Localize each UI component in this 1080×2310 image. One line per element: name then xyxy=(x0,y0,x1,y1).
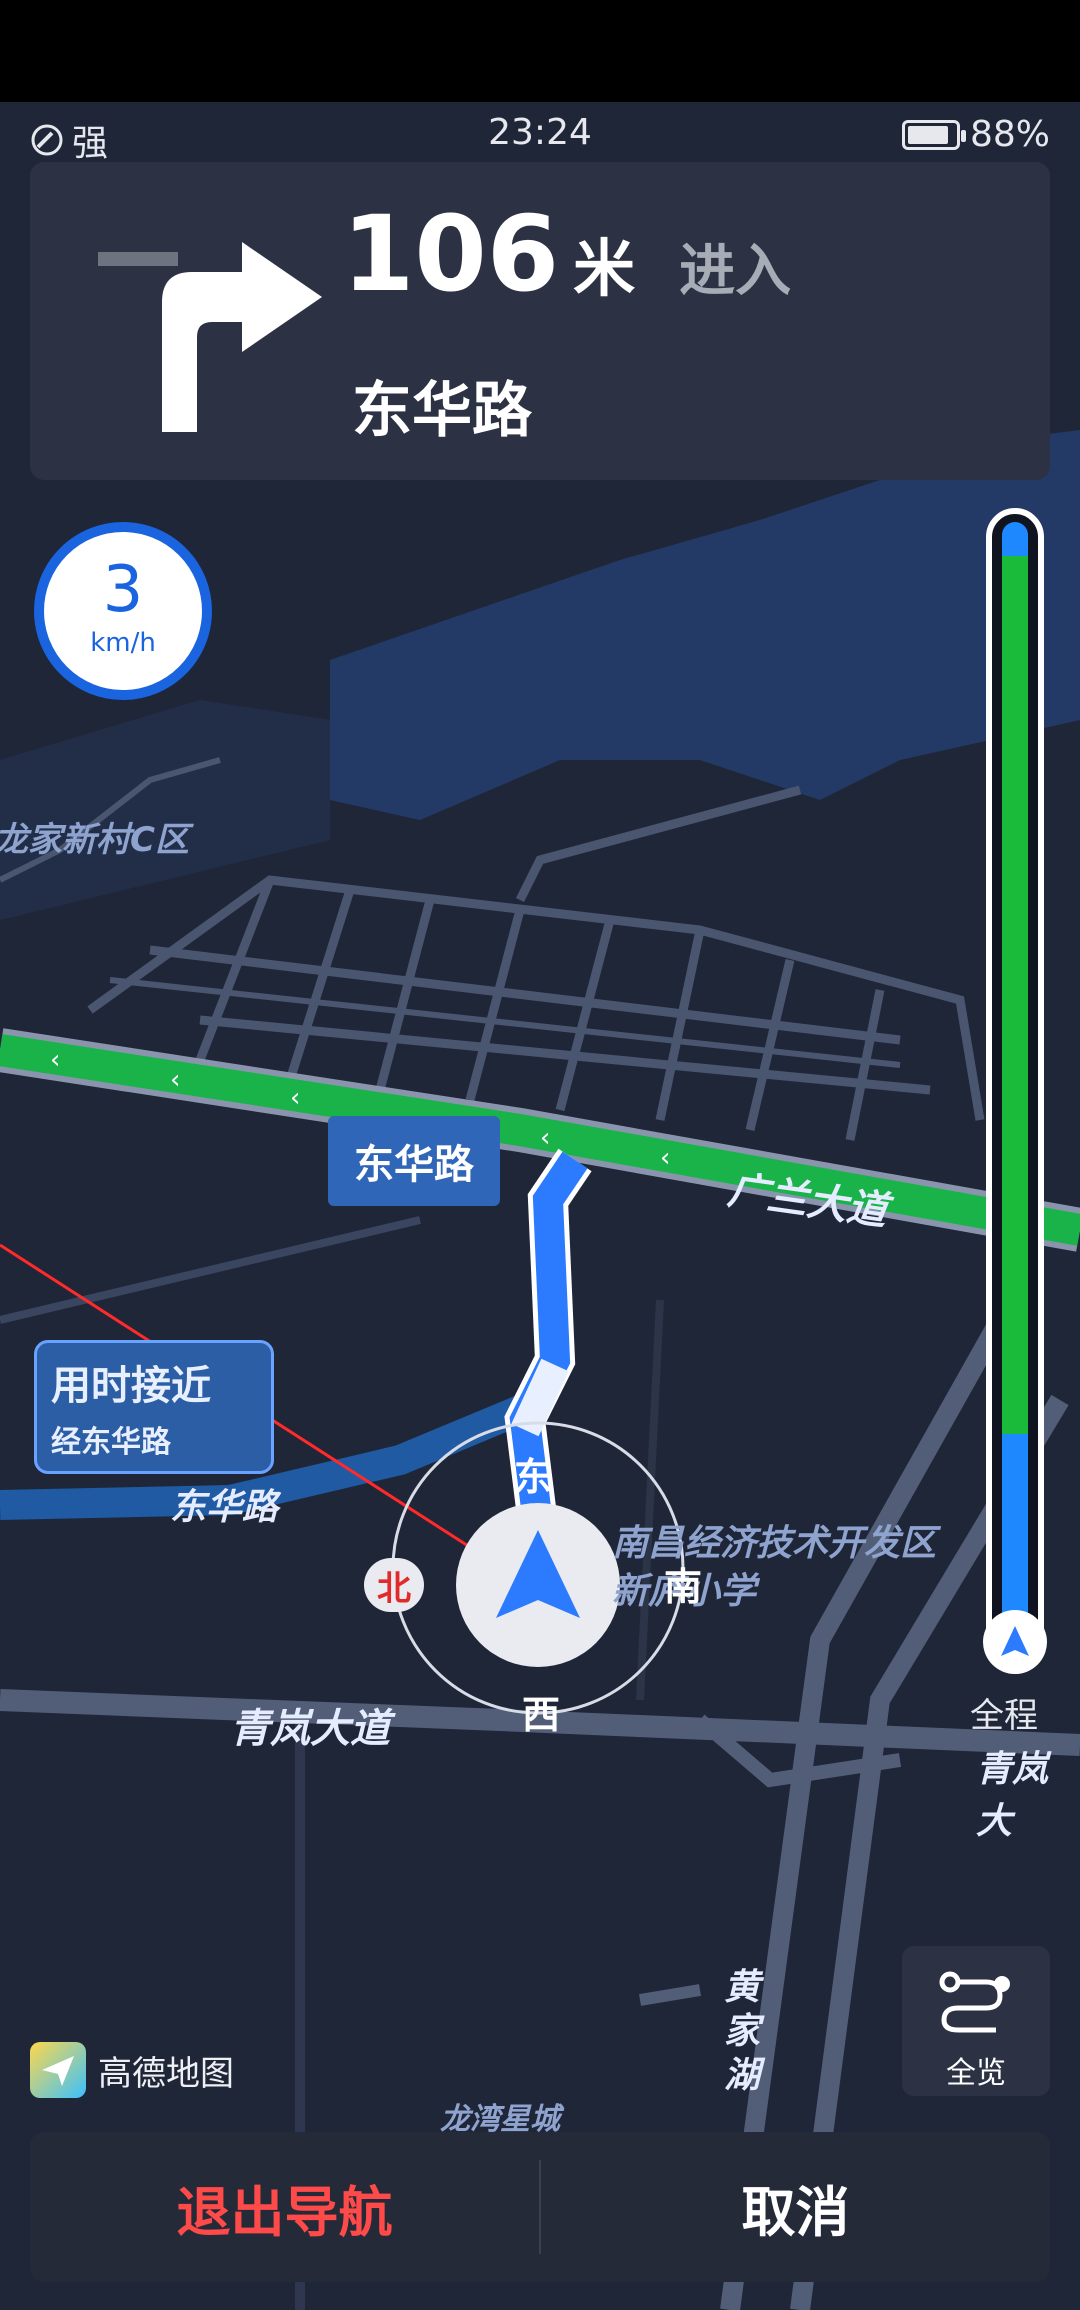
top-black-band xyxy=(0,0,1080,102)
progress-segment-smooth xyxy=(1002,556,1028,1434)
cancel-button[interactable]: 取消 xyxy=(541,2132,1050,2282)
map-label-xinlu-school: 南昌经济技术开发区新庐小学 xyxy=(612,1523,937,1612)
progress-position-knob xyxy=(983,1610,1047,1674)
compass-east: 东 xyxy=(514,1455,553,1499)
compass-north: 北 xyxy=(364,1558,424,1612)
overview-label: 全览 xyxy=(946,2056,1006,2091)
progress-segment-unknown-top xyxy=(1002,522,1028,556)
distance-readout: 106 米 进入 xyxy=(342,202,791,308)
next-road-name: 东华路 xyxy=(352,376,532,446)
speedometer: 3 km/h xyxy=(34,522,212,700)
amap-logo-icon xyxy=(30,2042,86,2098)
action-text: 进入 xyxy=(679,239,792,304)
map-label-qinglan: 青岚大道 xyxy=(230,1706,390,1752)
compass-west: 西 xyxy=(522,1693,561,1737)
route-overview-icon xyxy=(939,1971,1010,2033)
distance-unit: 米 xyxy=(573,232,636,305)
speed-value: 3 xyxy=(102,553,144,627)
status-bar: 强 23:24 88% xyxy=(0,102,1080,164)
turn-guidance-card[interactable]: 106 米 进入 东华路 xyxy=(30,162,1050,480)
battery-indicator: 88% xyxy=(901,114,1050,155)
turn-right-arrow-icon xyxy=(98,242,322,432)
navigation-arrow-icon xyxy=(1001,1626,1029,1656)
progress-label: 全程 xyxy=(970,1696,1038,1736)
svg-text:‹: ‹ xyxy=(50,1045,60,1075)
route-progress-bar[interactable] xyxy=(983,508,1047,1688)
map-label-qinglan-right: 青岚大 xyxy=(976,1749,1049,1842)
eta-bubble-title: 用时接近 xyxy=(51,1363,211,1409)
brand-name: 高德地图 xyxy=(98,2053,234,2094)
progress-track xyxy=(986,508,1044,1658)
brand-mark: 高德地图 xyxy=(30,2042,234,2098)
bottom-action-bar: 退出导航 取消 xyxy=(30,2132,1050,2282)
svg-text:‹: ‹ xyxy=(170,1065,180,1095)
svg-text:‹: ‹ xyxy=(540,1123,550,1153)
exit-navigation-button[interactable]: 退出导航 xyxy=(30,2132,539,2282)
eta-bubble-subtitle: 经东华路 xyxy=(51,1425,171,1460)
map-label-donghua: 东华路 xyxy=(170,1487,279,1528)
map-label-huangjiahu: 黄家湖 xyxy=(724,1967,761,2096)
eta-bubble[interactable]: 用时接近 经东华路 xyxy=(34,1340,274,1474)
route-road-tag: 东华路 xyxy=(328,1116,500,1206)
progress-segment-unknown-bottom xyxy=(1002,1434,1028,1624)
svg-text:‹: ‹ xyxy=(660,1143,670,1173)
battery-icon xyxy=(901,119,966,150)
svg-text:‹: ‹ xyxy=(290,1083,300,1113)
distance-value: 106 xyxy=(342,193,560,315)
battery-percent: 88% xyxy=(969,114,1050,155)
compass-south: 南 xyxy=(664,1565,703,1609)
overview-button[interactable]: 全览 xyxy=(902,1946,1050,2096)
map-label-longjia: 龙家新村C区 xyxy=(0,820,189,860)
speed-unit: km/h xyxy=(90,628,156,658)
